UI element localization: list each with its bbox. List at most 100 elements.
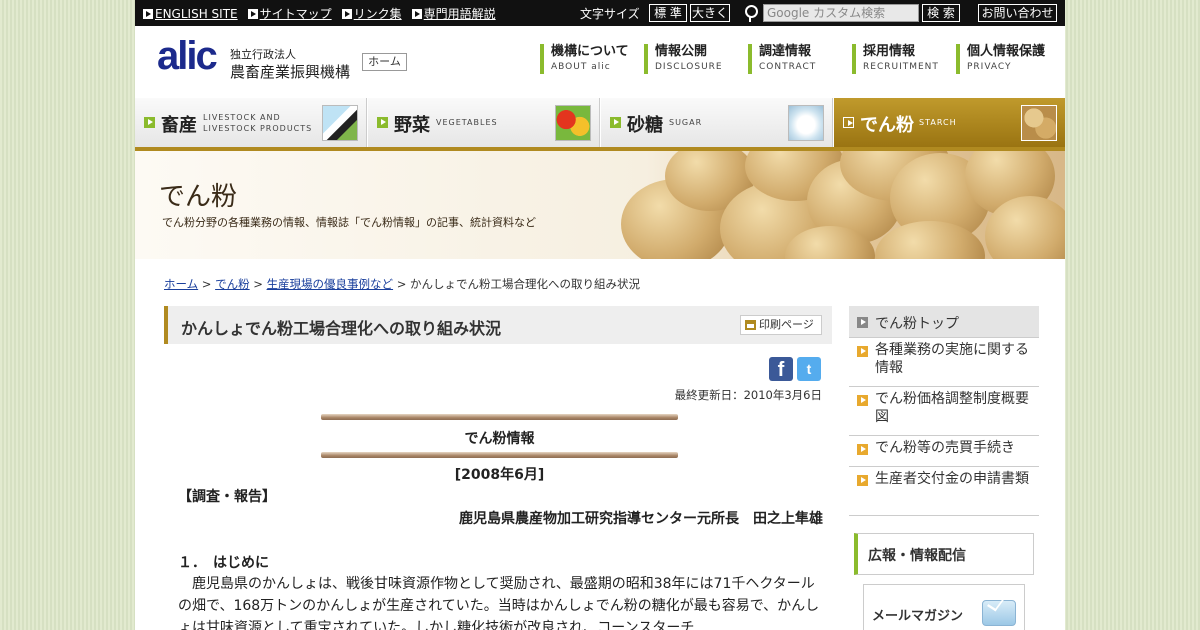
- nav-about-en: ABOUT alic: [551, 62, 611, 72]
- tab-sugar-label: 砂糖: [627, 115, 663, 136]
- hero-banner: でん粉 でん粉分野の各種業務の情報、情報誌「でん粉情報」の記事、統計資料など: [135, 151, 1065, 259]
- nav-about-label: 機構について: [551, 44, 629, 59]
- english-site-label: ENGLISH SITE: [155, 6, 238, 21]
- last-updated: 最終更新日：2010年3月6日: [674, 388, 822, 402]
- tab-starch-label: でん粉: [860, 115, 914, 136]
- font-size-label: 文字サイズ: [580, 7, 640, 21]
- sidebar-item-starch-top[interactable]: でん粉トップ: [849, 306, 1039, 338]
- print-page-label: 印刷ページ: [759, 318, 814, 331]
- sidebar-item-subsidy-forms[interactable]: 生産者交付金の申請書類: [849, 467, 1039, 516]
- cow-icon: [322, 105, 358, 141]
- sidebar-item-label: でん粉トップ: [875, 316, 959, 332]
- mail-magazine-banner[interactable]: メールマガジン: [863, 584, 1025, 630]
- pr-section-header: 広報・情報配信: [854, 533, 1034, 575]
- utility-bar: ENGLISH SITE サイトマップ リンク集 専門用語解説 文字サイズ 標 …: [135, 0, 1065, 26]
- org-type: 独立行政法人: [230, 48, 296, 61]
- arrow-icon: [857, 444, 868, 455]
- hero-title: でん粉: [159, 182, 238, 212]
- page: ENGLISH SITE サイトマップ リンク集 専門用語解説 文字サイズ 標 …: [135, 0, 1065, 630]
- breadcrumb-separator: >: [198, 277, 216, 291]
- arrow-icon: [857, 475, 868, 486]
- tab-starch[interactable]: でん粉 STARCH: [834, 98, 1065, 147]
- tab-livestock-en-line1: LIVESTOCK AND: [203, 113, 281, 122]
- breadcrumb-starch[interactable]: でん粉: [215, 277, 250, 291]
- home-button[interactable]: ホーム: [362, 53, 407, 71]
- arrow-icon: [857, 346, 868, 357]
- tab-livestock-label: 畜産: [161, 115, 197, 136]
- search-button[interactable]: 検 索: [922, 4, 960, 22]
- nav-privacy[interactable]: 個人情報保護 PRIVACY: [956, 44, 1045, 74]
- sidebar-item-operations[interactable]: 各種業務の実施に関する情報: [849, 338, 1039, 387]
- breadcrumb-home[interactable]: ホーム: [164, 277, 198, 291]
- sugar-icon: [788, 105, 824, 141]
- nav-disclosure[interactable]: 情報公開 DISCLOSURE: [644, 44, 723, 74]
- sidebar-item-label: 各種業務の実施に関する情報: [875, 342, 1029, 376]
- decorative-rule: [321, 414, 678, 420]
- hero-subtitle: でん粉分野の各種業務の情報、情報誌「でん粉情報」の記事、統計資料など: [162, 216, 536, 229]
- breadcrumb-current: かんしょでん粉工場合理化への取り組み状況: [410, 277, 641, 291]
- author: 鹿児島県農産物加工研究指導センター元所長 田之上隼雄: [459, 511, 823, 527]
- mail-icon: [982, 600, 1016, 626]
- arrow-icon: [843, 117, 854, 128]
- print-page-button[interactable]: 印刷ページ: [740, 315, 822, 335]
- tab-sugar-en: SUGAR: [669, 118, 703, 127]
- glossary-label: 専門用語解説: [423, 7, 496, 21]
- search-input[interactable]: Google カスタム検索: [763, 4, 919, 22]
- tab-vegetables-label: 野菜: [394, 115, 430, 136]
- facebook-share-icon[interactable]: f: [769, 357, 793, 381]
- tab-sugar[interactable]: 砂糖 SUGAR: [601, 98, 833, 147]
- search-icon: [744, 4, 758, 22]
- twitter-share-icon[interactable]: t: [797, 357, 821, 381]
- links-label: リンク集: [353, 7, 402, 21]
- font-large-button[interactable]: 大きく: [690, 4, 730, 22]
- sitemap-link[interactable]: サイトマップ: [247, 5, 332, 22]
- arrow-icon: [610, 117, 621, 128]
- sidebar-item-trading[interactable]: でん粉等の売買手続き: [849, 436, 1039, 467]
- category-tabs: 畜産 LIVESTOCK AND LIVESTOCK PRODUCTS 野菜 VE…: [135, 98, 1065, 151]
- nav-privacy-label: 個人情報保護: [967, 44, 1046, 59]
- nav-disclosure-label: 情報公開: [655, 44, 708, 59]
- arrow-icon: [144, 117, 155, 128]
- sidebar-item-label: でん粉等の売買手続き: [875, 440, 1015, 456]
- nav-contract-label: 調達情報: [759, 44, 812, 59]
- utility-links: ENGLISH SITE サイトマップ リンク集 専門用語解説: [143, 5, 496, 22]
- breadcrumb-separator: >: [393, 277, 411, 291]
- nav-recruitment-en: RECRUITMENT: [863, 62, 939, 72]
- arrow-icon: [411, 8, 422, 19]
- breadcrumb-separator: >: [249, 277, 267, 291]
- english-site-link[interactable]: ENGLISH SITE: [143, 5, 238, 22]
- mail-magazine-label: メールマガジン: [872, 609, 964, 624]
- sidebar-item-label: 生産者交付金の申請書類: [875, 471, 1029, 487]
- tab-vegetables[interactable]: 野菜 VEGETABLES: [368, 98, 600, 147]
- page-title: かんしょでん粉工場合理化への取り組み状況: [181, 319, 502, 338]
- nav-recruitment-label: 採用情報: [863, 44, 916, 59]
- contact-button[interactable]: お問い合わせ: [978, 4, 1057, 22]
- font-standard-button[interactable]: 標 準: [649, 4, 687, 22]
- sidebar-item-price-system[interactable]: でん粉価格調整制度概要図: [849, 387, 1039, 436]
- breadcrumb-section[interactable]: 生産現場の優良事例など: [267, 277, 394, 291]
- decorative-rule: [321, 452, 678, 458]
- arrow-icon: [857, 317, 868, 328]
- page-title-bar: かんしょでん粉工場合理化への取り組み状況 印刷ページ: [164, 306, 832, 344]
- section-heading: １． はじめに: [178, 555, 269, 571]
- tab-livestock[interactable]: 畜産 LIVESTOCK AND LIVESTOCK PRODUCTS: [135, 98, 367, 147]
- alic-logo[interactable]: alic: [157, 36, 218, 76]
- report-type: 【調査・報告】: [178, 489, 276, 505]
- breadcrumb: ホーム > でん粉 > 生産現場の優良事例など > かんしょでん粉工場合理化への…: [164, 276, 640, 292]
- glossary-link[interactable]: 専門用語解説: [411, 5, 496, 22]
- nav-about[interactable]: 機構について ABOUT alic: [540, 44, 629, 74]
- links-link[interactable]: リンク集: [341, 5, 402, 22]
- nav-contract-en: CONTRACT: [759, 62, 817, 72]
- issue-date: [2008年6月]: [454, 467, 545, 483]
- nav-contract[interactable]: 調達情報 CONTRACT: [748, 44, 816, 74]
- nav-privacy-en: PRIVACY: [967, 62, 1012, 72]
- potato-icon: [1021, 105, 1057, 141]
- sidebar-item-label: でん粉価格調整制度概要図: [875, 391, 1029, 425]
- org-name[interactable]: 農畜産業振興機構: [230, 61, 350, 82]
- nav-recruitment[interactable]: 採用情報 RECRUITMENT: [852, 44, 939, 74]
- site-header: alic 独立行政法人 農畜産業振興機構 ホーム 機構について ABOUT al…: [135, 26, 1065, 98]
- nav-disclosure-en: DISCLOSURE: [655, 62, 723, 72]
- printer-icon: [745, 320, 756, 330]
- sitemap-label: サイトマップ: [259, 7, 332, 21]
- arrow-icon: [377, 117, 388, 128]
